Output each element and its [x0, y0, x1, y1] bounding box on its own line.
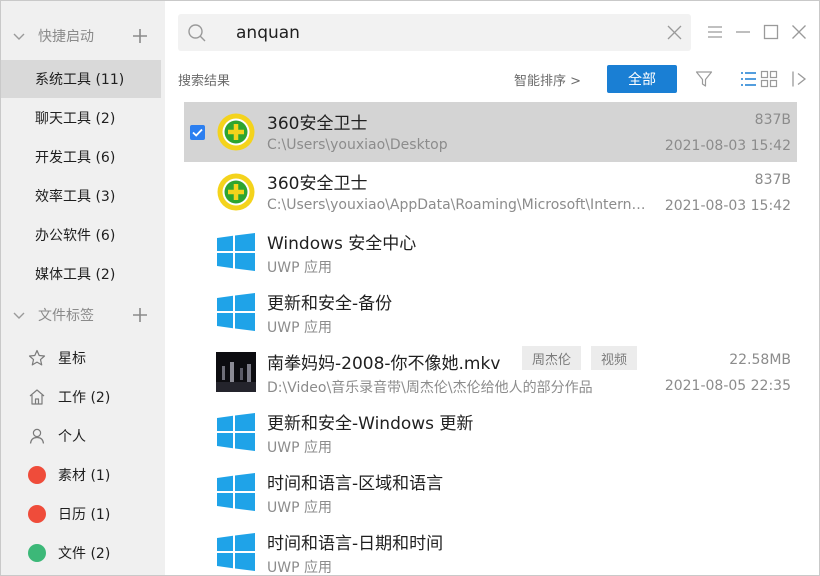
file-path: UWP 应用	[267, 500, 332, 516]
quick-launch-header[interactable]: 快捷启动	[1, 18, 165, 54]
file-path: UWP 应用	[267, 260, 332, 276]
file-name: 时间和语言-日期和时间	[267, 534, 444, 554]
close-icon[interactable]	[791, 24, 807, 40]
file-path: UWP 应用	[267, 560, 332, 576]
file-size: 22.58MB	[729, 352, 791, 368]
main-panel: 搜索结果 智能排序 > 全部 360安全卫士 C:\Users\youxiao\…	[165, 1, 819, 576]
sidebar-item-label: 聊天工具 (2)	[35, 111, 116, 127]
sidebar-item-system-tools[interactable]: 系统工具 (11)	[1, 60, 161, 98]
sidebar-item-label: 开发工具 (6)	[35, 150, 116, 166]
add-icon[interactable]	[132, 307, 148, 323]
file-path: UWP 应用	[267, 440, 332, 456]
person-icon	[29, 428, 45, 444]
sidebar-item-label: 办公软件 (6)	[35, 228, 116, 244]
tag-item-files[interactable]: 文件 (2)	[1, 534, 161, 572]
360-safe-icon	[217, 173, 255, 211]
result-row[interactable]: 360安全卫士 C:\Users\youxiao\Desktop 837B 20…	[184, 102, 797, 162]
tag-item-material[interactable]: 素材 (1)	[1, 456, 161, 494]
tag-item-label: 工作 (2)	[58, 390, 111, 406]
quick-launch-title: 快捷启动	[38, 29, 94, 45]
windows-icon	[217, 533, 255, 571]
file-name: 更新和安全-Windows 更新	[267, 414, 474, 434]
star-icon	[28, 349, 46, 366]
file-path: D:\Video\音乐录音带\周杰伦\杰伦给他人的部分作品	[267, 380, 593, 396]
file-date: 2021-08-03 15:42	[664, 138, 791, 154]
search-icon	[188, 24, 206, 42]
result-row[interactable]: 时间和语言-日期和时间 UWP 应用	[184, 522, 797, 576]
app-window: 快捷启动 系统工具 (11) 聊天工具 (2) 开发工具 (6) 效率工具 (3…	[0, 0, 820, 576]
tag-item-label: 星标	[58, 351, 86, 367]
file-size: 837B	[754, 112, 791, 128]
minimize-icon[interactable]	[735, 24, 751, 40]
result-row[interactable]: Windows 安全中心 UWP 应用	[184, 222, 797, 282]
sidebar-item-dev-tools[interactable]: 开发工具 (6)	[1, 138, 161, 176]
maximize-icon[interactable]	[763, 24, 779, 40]
results-label: 搜索结果	[178, 74, 231, 89]
result-row[interactable]: 更新和安全-Windows 更新 UWP 应用	[184, 402, 797, 462]
result-row[interactable]: 时间和语言-区域和语言 UWP 应用	[184, 462, 797, 522]
file-name: 360安全卫士	[267, 174, 368, 194]
chevron-down-icon[interactable]	[12, 29, 26, 43]
all-filter-button[interactable]: 全部	[607, 65, 677, 93]
file-tags-header[interactable]: 文件标签	[1, 297, 165, 333]
file-tag[interactable]: 视频	[591, 346, 638, 370]
file-size: 837B	[754, 172, 791, 188]
list-view-icon[interactable]	[739, 70, 757, 88]
sidebar-item-chat-tools[interactable]: 聊天工具 (2)	[1, 99, 161, 137]
windows-icon	[217, 473, 255, 511]
tag-item-starred[interactable]: 星标	[1, 339, 161, 377]
windows-icon	[217, 233, 255, 271]
file-name: Windows 安全中心	[267, 234, 417, 254]
add-icon[interactable]	[132, 28, 148, 44]
search-input[interactable]	[236, 19, 656, 46]
home-icon	[29, 389, 45, 405]
row-checkbox[interactable]	[190, 125, 205, 140]
result-row[interactable]: 南拳妈妈-2008-你不像她.mkv 周杰伦 视频 D:\Video\音乐录音带…	[184, 342, 797, 402]
sidebar-item-label: 媒体工具 (2)	[35, 267, 116, 283]
file-name: 时间和语言-区域和语言	[267, 474, 444, 494]
result-row[interactable]: 更新和安全-备份 UWP 应用	[184, 282, 797, 342]
grid-view-icon[interactable]	[760, 70, 778, 88]
search-box[interactable]	[178, 14, 691, 51]
tag-item-personal[interactable]: 个人	[1, 417, 161, 455]
green-dot-icon	[28, 544, 46, 562]
sidebar-item-office-software[interactable]: 办公软件 (6)	[1, 216, 161, 254]
file-tags-title: 文件标签	[38, 308, 94, 324]
filter-icon[interactable]	[695, 70, 713, 88]
file-name: 更新和安全-备份	[267, 294, 393, 314]
clear-icon[interactable]	[667, 25, 682, 40]
results-toolbar: 搜索结果 智能排序 > 全部	[178, 65, 818, 93]
file-date: 2021-08-05 22:35	[664, 378, 791, 394]
tag-item-label: 素材 (1)	[58, 468, 111, 484]
sidebar-item-efficiency-tools[interactable]: 效率工具 (3)	[1, 177, 161, 215]
checkmark-icon	[192, 128, 203, 137]
sidebar-item-media-tools[interactable]: 媒体工具 (2)	[1, 255, 161, 293]
file-path: UWP 应用	[267, 320, 332, 336]
windows-icon	[217, 413, 255, 451]
red-dot-icon	[28, 466, 46, 484]
preview-panel-icon[interactable]	[791, 70, 809, 88]
windows-icon	[217, 293, 255, 331]
sidebar-item-label: 效率工具 (3)	[35, 189, 116, 205]
menu-icon[interactable]	[707, 24, 723, 40]
tag-item-label: 文件 (2)	[58, 546, 111, 562]
file-name: 360安全卫士	[267, 114, 368, 134]
tag-item-label: 日历 (1)	[58, 507, 111, 523]
360-safe-icon	[217, 113, 255, 151]
tag-item-calendar[interactable]: 日历 (1)	[1, 495, 161, 533]
result-row[interactable]: 360安全卫士 C:\Users\youxiao\AppData\Roaming…	[184, 162, 797, 222]
sidebar-item-label: 系统工具 (11)	[35, 72, 125, 88]
chevron-down-icon[interactable]	[12, 308, 26, 322]
tag-item-work[interactable]: 工作 (2)	[1, 378, 161, 416]
sidebar: 快捷启动 系统工具 (11) 聊天工具 (2) 开发工具 (6) 效率工具 (3…	[1, 1, 165, 575]
file-path: C:\Users\youxiao\Desktop	[267, 137, 448, 153]
file-path: C:\Users\youxiao\AppData\Roaming\Microso…	[267, 197, 652, 213]
file-name: 南拳妈妈-2008-你不像她.mkv	[267, 354, 501, 374]
file-date: 2021-08-03 15:42	[664, 198, 791, 214]
tag-item-label: 个人	[58, 429, 86, 445]
video-thumbnail-icon	[216, 352, 256, 392]
file-tag[interactable]: 周杰伦	[522, 346, 582, 370]
smart-sort-link[interactable]: 智能排序 >	[514, 70, 581, 89]
red-dot-icon	[28, 505, 46, 523]
